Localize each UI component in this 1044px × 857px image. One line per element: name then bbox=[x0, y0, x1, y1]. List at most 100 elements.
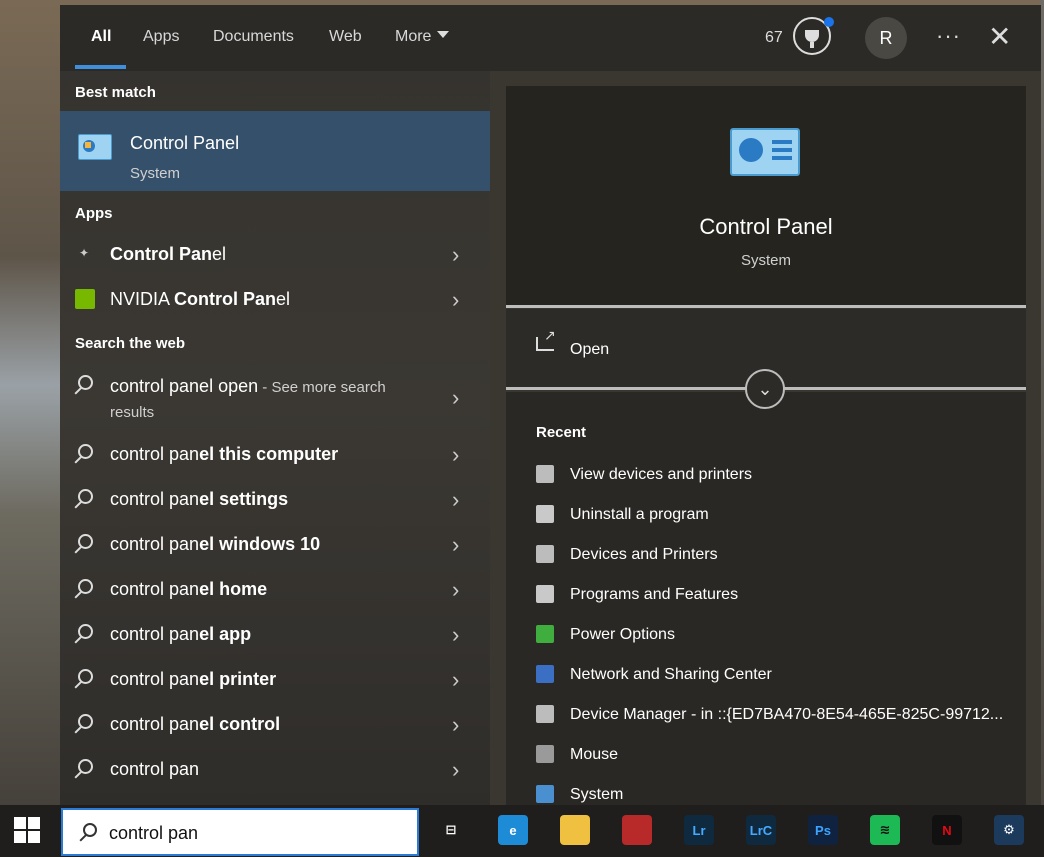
web-result-label: control panel settings bbox=[110, 489, 289, 509]
programs-icon bbox=[536, 585, 554, 603]
section-search-web: Search the web bbox=[75, 335, 186, 352]
active-tab-indicator bbox=[75, 65, 126, 69]
web-result-item[interactable]: control panel windows 10 › bbox=[60, 522, 490, 566]
tab-documents[interactable]: Documents bbox=[213, 28, 294, 46]
section-apps: Apps bbox=[75, 205, 113, 222]
search-icon bbox=[75, 714, 95, 734]
recent-item[interactable]: Devices and Printers bbox=[536, 541, 1016, 571]
chevron-right-icon[interactable]: › bbox=[452, 712, 459, 738]
web-result-item[interactable]: control panel control › bbox=[60, 702, 490, 746]
recent-item-label: Programs and Features bbox=[570, 586, 739, 603]
recent-title: Recent bbox=[536, 424, 587, 441]
avatar[interactable]: R bbox=[865, 17, 907, 59]
recent-item-label: Mouse bbox=[570, 746, 619, 763]
photoshop-icon[interactable]: Ps bbox=[808, 815, 838, 845]
search-input[interactable] bbox=[109, 820, 399, 846]
windows-start-icon[interactable] bbox=[14, 817, 40, 843]
search-icon bbox=[75, 759, 95, 779]
web-result-label: control panel this computer bbox=[110, 444, 339, 464]
lightroom-classic-icon[interactable]: LrC bbox=[746, 815, 776, 845]
control-panel-large-icon bbox=[730, 128, 800, 176]
printer-icon bbox=[536, 545, 554, 563]
close-icon[interactable]: ✕ bbox=[988, 23, 1011, 51]
recent-item-label: Device Manager - in ::{ED7BA470-8E54-465… bbox=[570, 706, 1004, 723]
chevron-right-icon[interactable]: › bbox=[452, 757, 459, 783]
web-result-label-line2: results bbox=[110, 404, 155, 421]
search-icon bbox=[75, 489, 95, 509]
open-external-icon bbox=[536, 327, 556, 351]
system-icon bbox=[536, 785, 554, 803]
recent-item-label: Devices and Printers bbox=[570, 546, 718, 563]
chevron-right-icon[interactable]: › bbox=[452, 242, 459, 268]
netflix-icon[interactable]: N bbox=[932, 815, 962, 845]
web-result-label: control panel printer bbox=[110, 669, 277, 689]
web-result-item[interactable]: control panel home › bbox=[60, 567, 490, 611]
network-icon bbox=[536, 665, 554, 683]
notification-dot bbox=[824, 17, 834, 27]
chevron-right-icon[interactable]: › bbox=[452, 622, 459, 648]
chevron-right-icon[interactable]: › bbox=[452, 487, 459, 513]
chevron-right-icon[interactable]: › bbox=[452, 532, 459, 558]
chevron-right-icon[interactable]: › bbox=[452, 287, 459, 313]
control-panel-icon bbox=[78, 134, 112, 160]
recent-item[interactable]: View devices and printers bbox=[536, 461, 1016, 491]
recent-item[interactable]: Programs and Features bbox=[536, 581, 1016, 611]
rewards-points: 67 bbox=[765, 29, 783, 46]
recent-item-label: Network and Sharing Center bbox=[570, 666, 772, 683]
edge-icon[interactable]: e bbox=[498, 815, 528, 845]
app-result-label: Control Panel bbox=[110, 244, 227, 264]
chevron-right-icon[interactable]: › bbox=[452, 667, 459, 693]
spotify-icon[interactable]: ≋ bbox=[870, 815, 900, 845]
tab-more-label: More bbox=[395, 28, 432, 45]
best-match-subtitle: System bbox=[130, 165, 181, 182]
tab-more[interactable]: More bbox=[395, 28, 450, 46]
tab-apps[interactable]: Apps bbox=[143, 28, 179, 46]
taskbar: ⊟ e Lr LrC Ps ≋ N ⚙ bbox=[0, 805, 1044, 857]
search-icon bbox=[75, 624, 95, 644]
steam-icon[interactable]: ⚙ bbox=[994, 815, 1024, 845]
recent-item-label: View devices and printers bbox=[570, 466, 753, 483]
divider bbox=[506, 305, 1026, 308]
web-result-label: control panel control bbox=[110, 714, 281, 734]
search-icon bbox=[79, 823, 97, 841]
start-search-panel: All Apps Documents Web More 67 R ··· ✕ B… bbox=[60, 5, 1041, 805]
web-result-item[interactable]: control panel printer › bbox=[60, 657, 490, 701]
expand-chevron-button[interactable]: ⌄ bbox=[745, 369, 785, 409]
caret-down-icon bbox=[437, 31, 450, 38]
recent-item[interactable]: Power Options bbox=[536, 621, 1016, 651]
web-result-item[interactable]: control panel app › bbox=[60, 612, 490, 656]
recent-item-label: System bbox=[570, 786, 624, 803]
web-result-label: control panel home bbox=[110, 579, 268, 599]
task-view-icon[interactable]: ⊟ bbox=[436, 815, 466, 845]
app-result-nvidia-control-panel[interactable]: NVIDIA Control Panel › bbox=[60, 277, 490, 321]
chevron-right-icon[interactable]: › bbox=[452, 577, 459, 603]
control-panel-app-icon: ✦ bbox=[79, 246, 90, 260]
recent-item[interactable]: Uninstall a program bbox=[536, 501, 1016, 531]
file-explorer-icon[interactable] bbox=[560, 815, 590, 845]
web-result-control-panel-open[interactable]: control panel open - See more search res… bbox=[60, 367, 490, 427]
chevron-right-icon[interactable]: › bbox=[452, 385, 459, 411]
nvidia-icon bbox=[75, 289, 95, 309]
best-match-item[interactable]: Control Panel System bbox=[60, 111, 490, 191]
taskbar-search-box[interactable] bbox=[61, 808, 419, 856]
web-result-item[interactable]: control panel this computer › bbox=[60, 432, 490, 476]
chevron-right-icon[interactable]: › bbox=[452, 442, 459, 468]
lightroom-icon[interactable]: Lr bbox=[684, 815, 714, 845]
recent-item[interactable]: Network and Sharing Center bbox=[536, 661, 1016, 691]
open-label: Open bbox=[570, 341, 610, 358]
web-result-item[interactable]: control pan › bbox=[60, 747, 490, 791]
recent-item[interactable]: Mouse bbox=[536, 741, 1016, 771]
tab-all[interactable]: All bbox=[91, 28, 111, 46]
recent-item[interactable]: Device Manager - in ::{ED7BA470-8E54-465… bbox=[536, 701, 1016, 731]
more-options-icon[interactable]: ··· bbox=[936, 23, 961, 49]
printer-icon bbox=[536, 465, 554, 483]
section-best-match: Best match bbox=[75, 84, 156, 101]
web-result-item[interactable]: control panel settings › bbox=[60, 477, 490, 521]
power-icon bbox=[536, 625, 554, 643]
recent-item-label: Power Options bbox=[570, 626, 675, 643]
tab-web[interactable]: Web bbox=[329, 28, 362, 46]
recent-item-label: Uninstall a program bbox=[570, 506, 709, 523]
game-app-icon[interactable] bbox=[622, 815, 652, 845]
app-result-control-panel[interactable]: ✦ Control Panel › bbox=[60, 232, 490, 276]
search-icon bbox=[75, 534, 95, 554]
